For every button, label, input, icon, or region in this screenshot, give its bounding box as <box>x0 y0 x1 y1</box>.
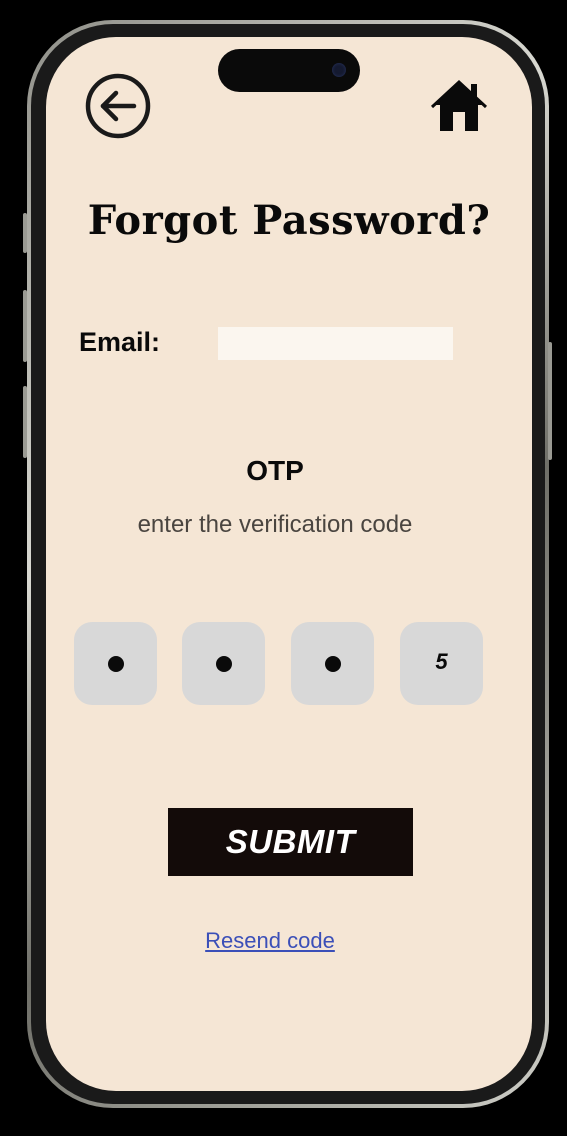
otp-mask-dot <box>107 656 124 672</box>
home-button[interactable] <box>429 79 489 135</box>
home-icon <box>430 79 488 131</box>
otp-digit-value: 5 <box>435 648 448 674</box>
app-screen: Forgot Password? Email: OTP enter the ve… <box>46 37 532 1091</box>
otp-heading: OTP <box>246 455 304 486</box>
otp-digit-box-4[interactable]: 5 <box>400 622 483 705</box>
resend-code-link[interactable]: Resend code <box>46 928 494 954</box>
action-button <box>23 213 27 253</box>
otp-subtitle: enter the verification code <box>137 511 413 538</box>
page-title: Forgot Password? <box>87 197 491 244</box>
otp-digit-box-1[interactable] <box>74 622 157 705</box>
dynamic-island <box>218 49 360 92</box>
email-label: Email: <box>79 327 161 357</box>
back-button[interactable] <box>84 72 152 140</box>
otp-digit-box-2[interactable] <box>182 622 265 705</box>
email-field[interactable] <box>218 327 453 360</box>
volume-up-button <box>23 290 27 362</box>
submit-button[interactable]: SUBMIT <box>168 808 413 876</box>
camera-icon <box>332 63 346 77</box>
otp-mask-dot <box>324 656 341 672</box>
volume-down-button <box>23 386 27 458</box>
otp-digit-box-3[interactable] <box>291 622 374 705</box>
otp-mask-dot <box>215 656 232 672</box>
power-button <box>548 342 552 460</box>
arrow-left-circle-icon <box>85 73 151 139</box>
